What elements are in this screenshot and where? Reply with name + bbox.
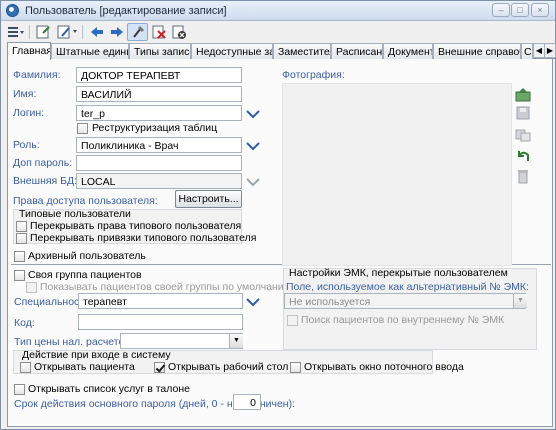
- title-bar: Пользователь [редактирование записи] – □…: [1, 1, 555, 21]
- open-stream-input-label: Открывать окно поточного ввода: [304, 361, 464, 373]
- name-field[interactable]: ВАСИЛИЙ: [76, 86, 242, 102]
- show-own-group-checkbox[interactable]: [26, 282, 37, 293]
- tab-schedules[interactable]: Расписания: [331, 43, 383, 59]
- open-record-icon[interactable]: [33, 23, 53, 41]
- restructure-checkbox[interactable]: [77, 123, 88, 134]
- external-db-field[interactable]: LOCAL: [76, 173, 242, 189]
- show-own-group-label: Показывать пациентов своей группы по умо…: [40, 281, 292, 293]
- specialty-chevron-down-icon[interactable]: [246, 296, 260, 308]
- photo-area: [282, 83, 512, 266]
- tab-record-types[interactable]: Типы записей: [129, 43, 191, 59]
- password-validity-field[interactable]: 0: [233, 394, 261, 410]
- trash-icon[interactable]: [515, 168, 531, 184]
- emk-field-select[interactable]: Не используется: [284, 293, 526, 309]
- open-services-checkbox[interactable]: [14, 384, 25, 395]
- surname-field[interactable]: ДОКТОР ТЕРАПЕВТ: [76, 67, 242, 83]
- open-desktop-checkbox[interactable]: [154, 362, 165, 373]
- login-action-label: Действие при входе в систему: [22, 349, 171, 361]
- scan-photo-icon[interactable]: [515, 127, 531, 143]
- archived-user-label: Архивный пользователь: [28, 250, 146, 262]
- load-photo-icon[interactable]: [515, 87, 531, 103]
- open-patient-checkbox[interactable]: [20, 362, 31, 373]
- tab-documents[interactable]: Документы: [383, 43, 433, 59]
- access-rights-label: Права доступа пользователя:: [13, 195, 158, 207]
- extra-password-field[interactable]: [76, 155, 242, 171]
- close-record-icon[interactable]: [169, 23, 189, 41]
- tab-main[interactable]: Главная: [7, 42, 51, 60]
- override-bindings-checkbox[interactable]: [16, 233, 27, 244]
- emk-search-label: Поиск пациентов по внутреннему № ЭМК: [301, 314, 505, 326]
- menu-icon[interactable]: [5, 23, 27, 41]
- login-field[interactable]: ter_p: [76, 105, 242, 121]
- pin-icon[interactable]: [127, 23, 148, 41]
- login-label: Логин:: [13, 107, 45, 119]
- name-label: Имя:: [13, 88, 37, 100]
- code-field[interactable]: [78, 314, 243, 330]
- configure-button[interactable]: Настроить...: [175, 190, 242, 208]
- override-rights-checkbox[interactable]: [16, 221, 27, 232]
- tab-external-references[interactable]: Внешние справочники: [433, 43, 521, 59]
- photo-label: Фотография:: [282, 69, 345, 81]
- minimize-button[interactable]: –: [492, 3, 510, 17]
- tab-substitutes[interactable]: Заместители: [273, 43, 331, 59]
- open-patient-label: Открывать пациента: [34, 361, 135, 373]
- restructure-label: Реструктуризация таблиц: [92, 122, 218, 134]
- tab-staff-units[interactable]: Штатные единицы: [51, 43, 129, 59]
- window-title: Пользователь [редактирование записи]: [25, 5, 227, 17]
- login-chevron-down-icon[interactable]: [246, 108, 260, 120]
- role-label: Роль:: [13, 139, 40, 151]
- app-icon: [6, 4, 19, 17]
- tab-unavailable-records[interactable]: Недоступные записи: [191, 43, 273, 59]
- price-type-dropdown-icon[interactable]: ▼: [229, 334, 243, 348]
- own-patient-group-label: Своя группа пациентов: [28, 269, 142, 281]
- delete-icon[interactable]: [149, 23, 169, 41]
- own-patient-group-checkbox[interactable]: [14, 270, 25, 281]
- save-photo-icon[interactable]: [515, 105, 531, 121]
- tab-scroll-right-icon[interactable]: ▶: [544, 43, 556, 58]
- price-type-label: Тип цены нал. расчетов:: [14, 336, 133, 348]
- maximize-button[interactable]: □: [511, 3, 529, 17]
- role-chevron-down-icon[interactable]: [246, 140, 260, 152]
- external-db-chevron-down-icon[interactable]: [246, 176, 260, 188]
- override-bindings-label: Перекрывать привязки типового пользовате…: [30, 232, 257, 244]
- code-label: Код:: [14, 317, 35, 329]
- emk-search-checkbox[interactable]: [287, 315, 298, 326]
- open-desktop-label: Открывать рабочий стол: [168, 361, 289, 373]
- forward-arrow-icon[interactable]: [107, 23, 127, 41]
- open-services-label: Открывать список услуг в талоне: [28, 383, 190, 395]
- typical-users-label: Типовые пользователи: [19, 208, 131, 220]
- tab-more[interactable]: С: [521, 43, 533, 59]
- role-field[interactable]: Поликлиника - Врач: [76, 137, 242, 153]
- external-db-label: Внешняя БД:: [13, 175, 78, 187]
- edit-icon[interactable]: [55, 23, 79, 41]
- toolbar: [1, 22, 555, 42]
- user-edit-window: Пользователь [редактирование записи] – □…: [0, 0, 556, 430]
- emk-field-label: Поле, используемое как альтернативный № …: [286, 281, 529, 293]
- archived-user-checkbox[interactable]: [14, 251, 25, 262]
- emk-settings-title: Настройки ЭМК, перекрытые пользователем: [289, 267, 508, 279]
- specialty-field[interactable]: терапевт: [78, 293, 243, 309]
- back-arrow-icon[interactable]: [87, 23, 107, 41]
- open-stream-input-checkbox[interactable]: [290, 362, 301, 373]
- close-button[interactable]: ×: [531, 3, 549, 17]
- tab-strip: Главная Штатные единицы Типы записей Нед…: [7, 42, 556, 60]
- override-rights-label: Перекрывать права типового пользователя: [30, 220, 242, 232]
- price-type-field[interactable]: [120, 333, 243, 349]
- surname-label: Фамилия:: [13, 69, 61, 81]
- main-tab-panel: Фамилия: ДОКТОР ТЕРАПЕВТ Имя: ВАСИЛИЙ Ло…: [7, 59, 553, 427]
- emk-field-dropdown-icon[interactable]: ▼: [513, 294, 527, 308]
- refresh-photo-icon[interactable]: [515, 148, 531, 164]
- extra-password-label: Доп пароль:: [13, 157, 73, 169]
